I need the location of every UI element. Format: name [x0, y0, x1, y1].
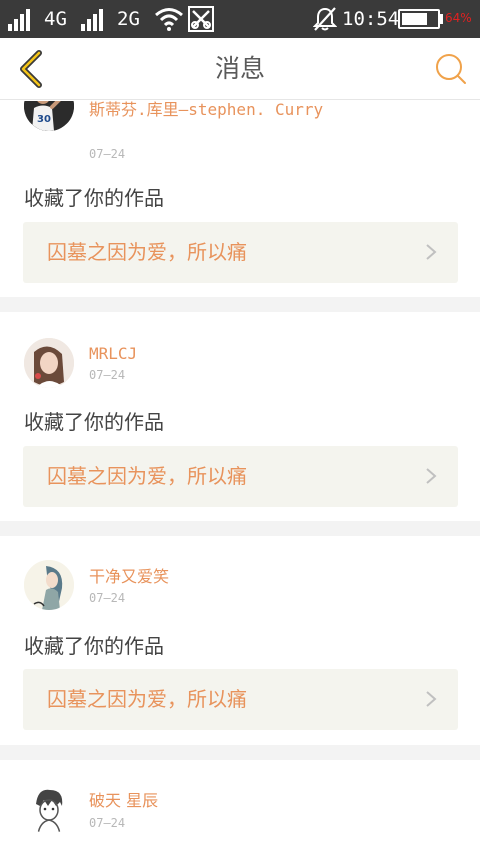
message-date: 07—24 [89, 816, 126, 830]
work-link[interactable]: 囚墓之因为爱，所以痛 [23, 446, 458, 507]
chevron-left-icon [20, 50, 42, 88]
page-title: 消息 [214, 54, 265, 83]
work-link[interactable]: 囚墓之因为爱，所以痛 [23, 669, 458, 730]
avatar[interactable] [24, 560, 74, 610]
user-name[interactable]: 破天 星辰 [89, 790, 339, 811]
chevron-right-icon [426, 244, 437, 260]
avatar[interactable]: 30 [24, 101, 74, 131]
signal-icon [81, 0, 103, 38]
wifi-icon [154, 0, 184, 38]
chevron-right-icon [426, 468, 437, 484]
message-date: 07—24 [89, 368, 126, 382]
user-name[interactable]: MRLCJ [89, 343, 339, 364]
battery-icon [398, 9, 440, 29]
svg-text:30: 30 [37, 114, 51, 125]
message-card: 干净又爱笑 07—24 收藏了你的作品 囚墓之因为爱，所以痛 [0, 536, 480, 745]
chevron-right-icon [426, 691, 437, 707]
message-date: 07—24 [89, 591, 126, 605]
message-card: 破天 星辰 07—24 [0, 760, 480, 854]
header: 消息 [0, 38, 480, 100]
network-type-1: 4G [44, 8, 67, 30]
message-card: 30 斯蒂芬.库里—stephen. Curry 07—24 收藏了你的作品 囚… [0, 101, 480, 297]
alarm-off-icon [313, 0, 337, 38]
avatar[interactable] [24, 338, 74, 388]
clock: 10:54 [342, 8, 400, 30]
battery-percent: 64% [445, 11, 472, 25]
girl-avatar [24, 338, 74, 388]
user-name[interactable]: 干净又爱笑 [89, 566, 339, 587]
message-action: 收藏了你的作品 [24, 410, 164, 434]
message-card: MRLCJ 07—24 收藏了你的作品 囚墓之因为爱，所以痛 [0, 312, 480, 521]
basketball-player-avatar: 30 [24, 101, 74, 131]
data-transfer-icon [188, 0, 214, 38]
work-title: 囚墓之因为爱，所以痛 [47, 464, 247, 488]
work-title: 囚墓之因为爱，所以痛 [47, 687, 247, 711]
sketch-boy-avatar [24, 784, 74, 834]
anime-girl-avatar [24, 560, 74, 610]
work-link[interactable]: 囚墓之因为爱，所以痛 [23, 222, 458, 283]
user-name[interactable]: 斯蒂芬.库里—stephen. Curry [89, 101, 339, 120]
work-title: 囚墓之因为爱，所以痛 [47, 240, 247, 264]
message-date: 07—24 [89, 147, 126, 161]
signal-icon [8, 0, 30, 38]
status-bar: 4G 2G 10:54 64% [0, 0, 480, 38]
back-button[interactable] [10, 48, 52, 90]
avatar[interactable] [24, 784, 74, 834]
search-button[interactable] [430, 48, 472, 90]
message-action: 收藏了你的作品 [24, 186, 164, 210]
message-action: 收藏了你的作品 [24, 634, 164, 658]
network-type-2: 2G [117, 8, 140, 30]
message-list[interactable]: 30 斯蒂芬.库里—stephen. Curry 07—24 收藏了你的作品 囚… [0, 101, 480, 854]
search-icon [436, 54, 466, 84]
